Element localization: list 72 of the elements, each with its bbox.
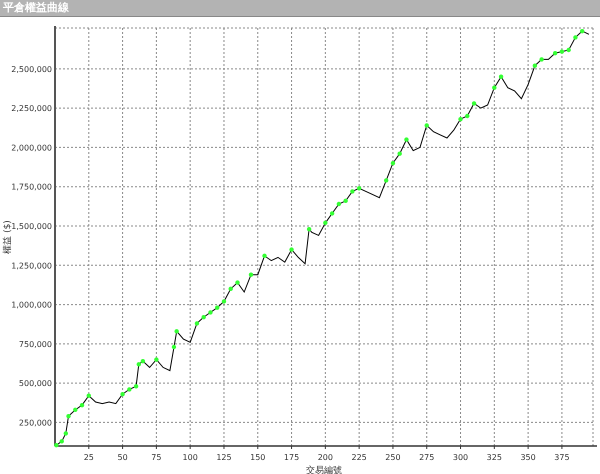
x-tick-label: 300 <box>452 453 468 462</box>
peak-marker <box>539 57 544 62</box>
y-tick-label: 2,500,000 <box>11 64 52 74</box>
peak-marker <box>498 74 504 79</box>
peak-marker <box>222 299 226 304</box>
peak-marker <box>336 202 342 206</box>
peak-marker <box>323 220 328 226</box>
peak-marker <box>154 357 159 362</box>
y-tick-label: 750,000 <box>18 340 52 349</box>
peak-marker <box>134 384 138 388</box>
x-tick-label: 275 <box>419 453 434 462</box>
peak-marker <box>390 160 396 166</box>
peak-marker <box>228 286 233 292</box>
x-tick-label: 125 <box>216 453 232 462</box>
peak-marker <box>208 310 213 315</box>
x-tick-label: 225 <box>352 453 367 462</box>
x-tick-label: 200 <box>318 453 333 462</box>
peak-marker <box>235 280 240 285</box>
peak-marker <box>350 189 355 194</box>
window-title: 平倉權益曲線 <box>3 1 69 15</box>
peak-marker <box>566 48 571 52</box>
peak-marker <box>289 247 294 252</box>
y-tick-label: 2,250,000 <box>11 104 52 114</box>
peak-marker <box>532 64 538 68</box>
peak-marker <box>580 28 584 34</box>
peak-marker <box>248 272 254 277</box>
peak-marker <box>330 211 334 216</box>
peak-marker <box>465 114 470 118</box>
peak-marker <box>172 344 176 350</box>
peak-marker <box>127 387 132 392</box>
peak-marker <box>73 408 78 412</box>
peak-marker <box>560 49 564 54</box>
peak-marker <box>215 306 220 310</box>
peak-marker <box>194 321 200 326</box>
peak-marker <box>174 329 179 334</box>
y-tick-label: 1,000,000 <box>11 300 52 310</box>
y-tick-label: 1,250,000 <box>11 261 52 270</box>
peak-marker <box>306 226 312 232</box>
peak-marker <box>343 198 348 204</box>
peak-marker <box>458 116 463 122</box>
x-tick-label: 175 <box>284 453 300 462</box>
x-tick-label: 75 <box>151 453 162 462</box>
peak-marker <box>86 394 91 398</box>
x-tick-label: 325 <box>486 453 502 462</box>
x-tick-label: 250 <box>385 453 401 462</box>
y-tick-label: 1,750,000 <box>11 182 52 192</box>
x-tick-label: 50 <box>118 453 128 462</box>
peak-marker <box>492 86 497 90</box>
peak-marker <box>404 137 409 142</box>
x-tick-label: 100 <box>182 453 198 462</box>
y-axis-title: 權益 ($) <box>3 220 13 254</box>
x-tick-label: 350 <box>520 453 536 462</box>
peak-marker <box>66 414 71 418</box>
peak-marker <box>64 431 68 436</box>
x-tick-label: 375 <box>554 453 570 462</box>
y-tick-label: 2,000,000 <box>11 143 52 152</box>
peak-marker <box>424 123 429 128</box>
y-tick-label: 250,000 <box>18 418 52 428</box>
y-tick-label: 1,500,000 <box>11 222 52 231</box>
peak-marker <box>80 402 84 408</box>
peak-marker <box>472 101 476 106</box>
peak-marker <box>573 35 578 40</box>
peak-marker <box>202 314 206 320</box>
x-tick-label: 25 <box>84 453 94 462</box>
peak-marker <box>120 392 125 396</box>
peak-marker <box>356 186 362 190</box>
peak-marker <box>384 178 388 183</box>
peak-marker <box>398 152 402 156</box>
y-tick-label: 500,000 <box>18 379 52 388</box>
peak-marker <box>262 254 267 258</box>
peak-marker <box>552 50 558 56</box>
x-tick-label: 150 <box>250 453 266 462</box>
